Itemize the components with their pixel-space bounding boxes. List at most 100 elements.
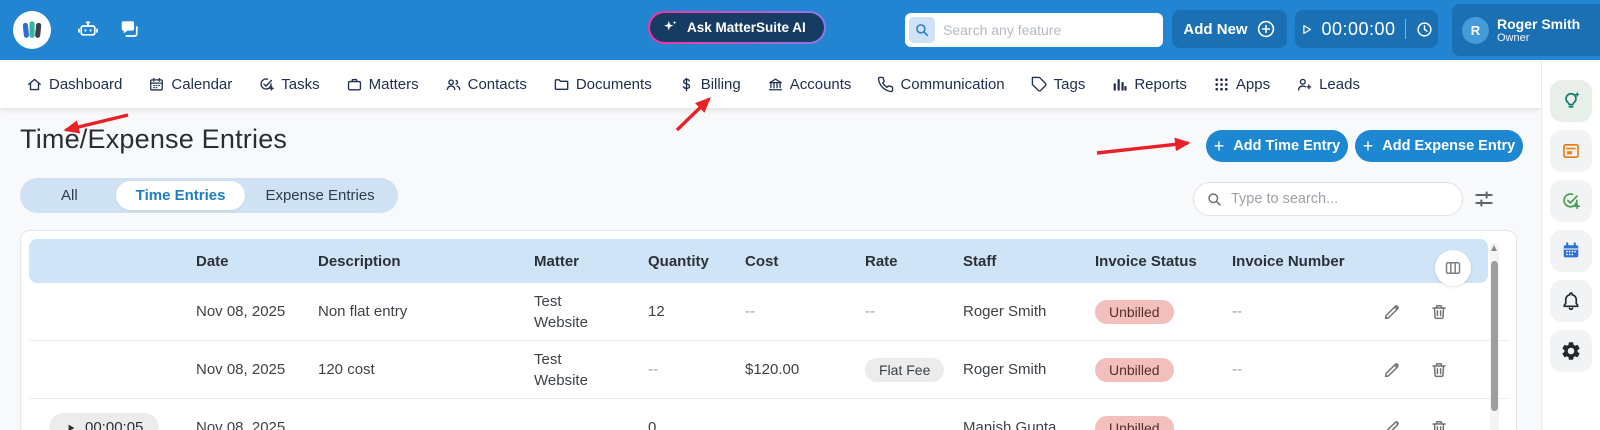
nav-label: Communication xyxy=(900,76,1004,93)
nav-item-communication[interactable]: Communication xyxy=(877,76,1004,93)
home-icon xyxy=(26,76,43,93)
bell-icon xyxy=(1560,290,1582,312)
cell-matter: Test Website xyxy=(534,291,596,333)
add-new-button[interactable]: Add New xyxy=(1172,10,1287,48)
people-icon xyxy=(445,76,462,93)
clock-icon xyxy=(1415,20,1434,39)
timer-divider xyxy=(1405,19,1406,39)
main-nav: Dashboard Calendar Tasks Matters Contact… xyxy=(0,60,1541,108)
row-timer-button[interactable]: 00:00:05 xyxy=(49,413,159,430)
delete-icon[interactable] xyxy=(1429,302,1449,322)
folder-icon xyxy=(553,76,570,93)
global-timer[interactable]: 00:00:00 xyxy=(1295,10,1438,48)
user-profile[interactable]: R Roger Smith Owner xyxy=(1452,4,1600,56)
edit-icon[interactable] xyxy=(1382,302,1402,322)
lightbulb-ai-icon xyxy=(1560,90,1582,112)
feature-search[interactable] xyxy=(905,13,1163,47)
ask-ai-button[interactable]: Ask MatterSuite AI xyxy=(648,11,826,44)
nav-item-accounts[interactable]: Accounts xyxy=(767,76,852,93)
column-settings-button[interactable] xyxy=(1435,250,1471,286)
chat-icon[interactable] xyxy=(118,18,142,42)
header-rate: Rate xyxy=(865,253,963,270)
nav-item-contacts[interactable]: Contacts xyxy=(445,76,527,93)
rate-badge: Flat Fee xyxy=(865,358,944,382)
nav-item-leads[interactable]: Leads xyxy=(1296,76,1360,93)
table-search-input[interactable] xyxy=(1231,191,1450,207)
invoice-status-badge: Unbilled xyxy=(1095,358,1174,382)
task-check-icon xyxy=(258,76,275,93)
scrollbar-thumb[interactable] xyxy=(1491,261,1498,411)
mattersuite-logo[interactable] xyxy=(13,11,51,49)
nav-label: Apps xyxy=(1236,76,1270,93)
tab-expense-entries[interactable]: Expense Entries xyxy=(245,181,394,210)
invoice-status-badge: Unbilled xyxy=(1095,416,1174,430)
nav-item-apps[interactable]: Apps xyxy=(1213,76,1270,93)
ai-insights-button[interactable] xyxy=(1550,80,1592,122)
right-sidebar xyxy=(1541,60,1600,430)
nav-item-tags[interactable]: Tags xyxy=(1031,76,1086,93)
content: Time/Expense Entries + Add Time Entry + … xyxy=(0,108,1541,430)
timer-value: 00:00:00 xyxy=(1321,19,1395,40)
tab-time-entries[interactable]: Time Entries xyxy=(116,181,246,210)
header-cost: Cost xyxy=(745,253,865,270)
sidebar-calendar-button[interactable] xyxy=(1550,230,1592,272)
table-row: Nov 08, 2025 Non flat entry Test Website… xyxy=(29,283,1508,341)
nav-label: Leads xyxy=(1319,76,1360,93)
notes-button[interactable] xyxy=(1550,130,1592,172)
header-invoice-number: Invoice Number xyxy=(1232,253,1380,270)
add-expense-entry-button[interactable]: + Add Expense Entry xyxy=(1355,130,1523,162)
header-date: Date xyxy=(196,253,318,270)
calendar-icon xyxy=(1560,240,1582,262)
nav-item-billing[interactable]: Billing xyxy=(678,76,741,93)
notes-icon xyxy=(1560,140,1582,162)
cell-cost: $120.00 xyxy=(745,361,865,378)
table-scrollbar[interactable] xyxy=(1490,243,1499,430)
settings-button[interactable] xyxy=(1550,330,1592,372)
user-role: Owner xyxy=(1497,32,1580,45)
delete-icon[interactable] xyxy=(1429,418,1449,430)
nav-label: Documents xyxy=(576,76,652,93)
add-task-button[interactable] xyxy=(1550,180,1592,222)
nav-item-matters[interactable]: Matters xyxy=(346,76,419,93)
feature-search-input[interactable] xyxy=(943,22,1159,38)
app: Ask MatterSuite AI Add New 00:00:00 xyxy=(0,0,1600,430)
edit-icon[interactable] xyxy=(1382,418,1402,430)
edit-icon[interactable] xyxy=(1382,360,1402,380)
avatar: R xyxy=(1462,17,1489,44)
columns-icon xyxy=(1443,258,1463,278)
cell-quantity: -- xyxy=(648,361,745,378)
cell-date: Nov 08, 2025 xyxy=(196,361,318,378)
nav-label: Reports xyxy=(1134,76,1187,93)
add-new-label: Add New xyxy=(1183,21,1247,38)
add-time-entry-button[interactable]: + Add Time Entry xyxy=(1206,130,1348,162)
nav-item-reports[interactable]: Reports xyxy=(1111,76,1187,93)
table-row: 00:00:05 Nov 08, 2025 0 Manish Gupta Unb… xyxy=(29,399,1508,430)
nav-item-dashboard[interactable]: Dashboard xyxy=(26,76,122,93)
nav-label: Matters xyxy=(369,76,419,93)
nav-item-calendar[interactable]: Calendar xyxy=(148,76,232,93)
row-timer-value: 00:00:05 xyxy=(85,419,143,430)
page-title: Time/Expense Entries xyxy=(20,124,287,155)
phone-icon xyxy=(877,76,894,93)
search-icon xyxy=(909,17,935,43)
cell-date: Nov 08, 2025 xyxy=(196,303,318,320)
filter-icon[interactable] xyxy=(1473,188,1495,210)
notifications-button[interactable] xyxy=(1550,280,1592,322)
cell-staff: Manish Gupta xyxy=(963,419,1095,430)
table-search[interactable] xyxy=(1193,182,1463,216)
scroll-up-icon[interactable] xyxy=(1491,245,1497,251)
add-task-icon xyxy=(1560,190,1582,212)
delete-icon[interactable] xyxy=(1429,360,1449,380)
nav-label: Billing xyxy=(701,76,741,93)
topbar: Ask MatterSuite AI Add New 00:00:00 xyxy=(0,0,1600,60)
robot-assistant-icon[interactable] xyxy=(76,18,100,42)
gear-icon xyxy=(1560,340,1582,362)
entries-table: Date Description Matter Quantity Cost Ra… xyxy=(20,230,1517,430)
nav-label: Tags xyxy=(1054,76,1086,93)
nav-item-tasks[interactable]: Tasks xyxy=(258,76,319,93)
table-header: Date Description Matter Quantity Cost Ra… xyxy=(29,239,1488,283)
tab-all[interactable]: All xyxy=(23,181,116,210)
ask-ai-label: Ask MatterSuite AI xyxy=(687,20,806,35)
nav-item-documents[interactable]: Documents xyxy=(553,76,652,93)
cell-description: 120 cost xyxy=(318,361,534,378)
